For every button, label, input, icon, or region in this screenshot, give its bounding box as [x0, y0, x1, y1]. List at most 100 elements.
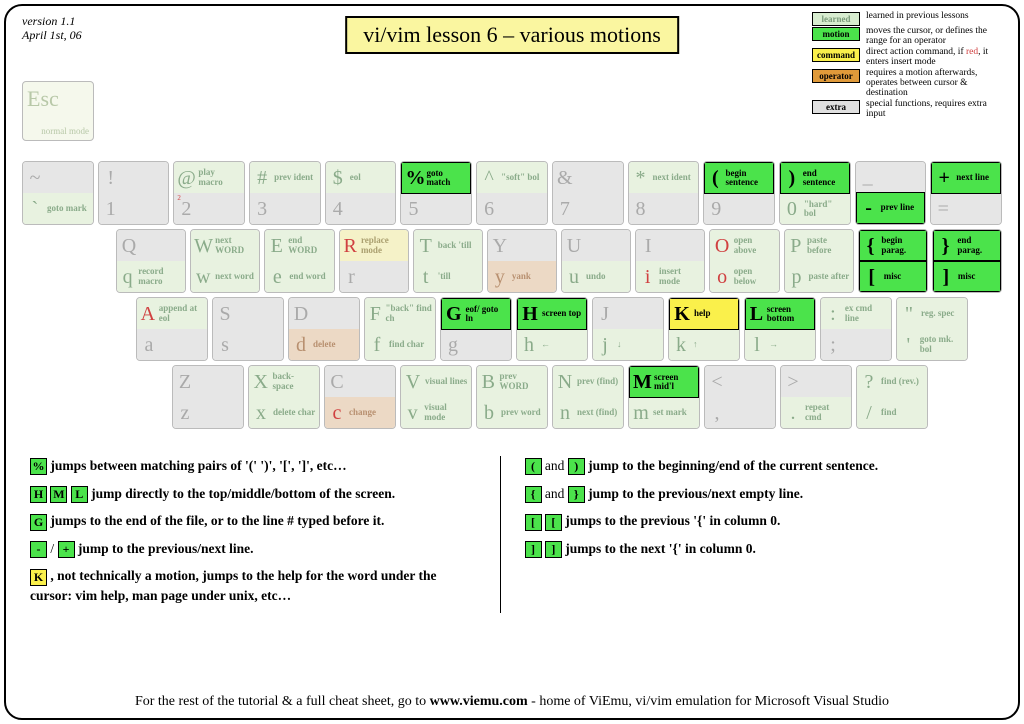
- key-half: 9: [704, 194, 774, 224]
- key-half: ;: [821, 329, 891, 360]
- esc-key: Esc normal mode: [22, 81, 94, 141]
- key-half: Lscreen bottom: [745, 298, 815, 330]
- tip-line: - / + jump to the previous/next line.: [30, 539, 480, 559]
- mini-key: L: [71, 486, 88, 503]
- key-half: Wnext WORD: [191, 230, 259, 261]
- key: Hscreen toph←: [516, 297, 588, 361]
- key: Ccchange: [324, 365, 396, 429]
- key: Wnext WORDwnext word: [190, 229, 260, 293]
- mini-key: [: [525, 514, 542, 531]
- legend-swatch-operator: operator: [812, 69, 860, 83]
- key-half: I: [636, 230, 704, 261]
- key-half: bprev word: [477, 397, 547, 428]
- key-half: Aappend at eol: [137, 298, 207, 329]
- key: :ex cmd line;: [820, 297, 892, 361]
- key-half: xdelete char: [249, 397, 319, 428]
- keyboard: ~`goto mark!1@play macro22#prev ident3$e…: [22, 161, 1006, 433]
- key: +next line=: [930, 161, 1002, 225]
- key: Jj↓: [592, 297, 664, 361]
- key: >.repeat cmd: [780, 365, 852, 429]
- key: ^"soft" bol6: [476, 161, 548, 225]
- tips-right-col: ( and ) jump to the beginning/end of the…: [500, 456, 995, 613]
- key-half: 5: [401, 194, 471, 224]
- legend-desc-operator: requires a motion afterwards, operates b…: [866, 69, 1006, 99]
- key-half: Y: [488, 230, 556, 261]
- key-half: )end sentence: [780, 162, 850, 194]
- key-half: g: [441, 330, 511, 360]
- key-half: vvisual mode: [401, 397, 471, 428]
- key-half: Bprev WORD: [477, 366, 547, 397]
- key-half: h←: [517, 330, 587, 360]
- key: F"back" find chffind char: [364, 297, 436, 361]
- mini-key: -: [30, 541, 47, 558]
- legend-swatch-command: command: [812, 48, 860, 62]
- key: Nprev (find)nnext (find): [552, 365, 624, 429]
- key-half: Vvisual lines: [401, 366, 471, 397]
- key: ~`goto mark: [22, 161, 94, 225]
- key: Uuundo: [561, 229, 631, 293]
- key-half: <: [705, 366, 775, 397]
- key: Tback 'tillt'till: [413, 229, 483, 293]
- key: }end parag.]misc: [932, 229, 1002, 293]
- mini-key: [: [545, 514, 562, 531]
- key-half: %goto match: [401, 162, 471, 194]
- key-half: `goto mark: [23, 193, 93, 224]
- key-row-3: Aappend at eolaSsDddeleteF"back" find ch…: [136, 297, 1006, 361]
- key-half: ,: [705, 397, 775, 428]
- key-half: -prev line: [856, 192, 926, 224]
- mini-key: (: [525, 458, 542, 475]
- legend-swatch-extra: extra: [812, 100, 860, 114]
- key-half: /find: [857, 397, 927, 428]
- key: {begin parag.[misc: [858, 229, 928, 293]
- key: Qqrecord macro: [116, 229, 186, 293]
- footer: For the rest of the tutorial & a full ch…: [6, 694, 1018, 710]
- key-half: uundo: [562, 261, 630, 292]
- key-half: ddelete: [289, 329, 359, 360]
- key-half: Mscreen mid'l: [629, 366, 699, 398]
- key-half: a: [137, 329, 207, 360]
- legend-desc-learned: learned in previous lessons: [866, 12, 1006, 22]
- tip-line: % jumps between matching pairs of '(' ')…: [30, 456, 480, 476]
- key-half: Z: [173, 366, 243, 397]
- key: $eol4: [325, 161, 397, 225]
- key: Oopen aboveoopen below: [709, 229, 779, 293]
- version-line1: version 1.1: [22, 14, 82, 28]
- key: &7: [552, 161, 624, 225]
- key-half: Xback- space: [249, 366, 319, 397]
- key-half: 'goto mk. bol: [897, 329, 967, 360]
- mini-key: {: [525, 486, 542, 503]
- legend-swatch-learned: learned: [812, 12, 860, 26]
- tips-left-col: % jumps between matching pairs of '(' ')…: [30, 456, 500, 613]
- key-half: j↓: [593, 329, 663, 360]
- key: ?find (rev.)/find: [856, 365, 928, 429]
- key: _-prev line: [855, 161, 927, 225]
- key-half: S: [213, 298, 283, 329]
- key-half: +next line: [931, 162, 1001, 194]
- key-half: =: [931, 194, 1001, 224]
- key: *next ident8: [628, 161, 700, 225]
- key: <,: [704, 365, 776, 429]
- key-half: 6: [477, 193, 547, 224]
- legend-desc-extra: special functions, requires extra input: [866, 100, 1006, 120]
- key-half: s: [213, 329, 283, 360]
- key-half: Q: [117, 230, 185, 261]
- key: Yyyank: [487, 229, 557, 293]
- key-half: }end parag.: [933, 230, 1001, 261]
- key-half: 7: [553, 193, 623, 224]
- page-frame: version 1.1 April 1st, 06 vi/vim lesson …: [4, 4, 1020, 720]
- key: Dddelete: [288, 297, 360, 361]
- mini-key: +: [58, 541, 75, 558]
- key-half: 3: [250, 193, 320, 224]
- key-half: yyank: [488, 261, 556, 292]
- footer-post: - home of ViEmu, vi/vim emulation for Mi…: [528, 694, 889, 709]
- mini-key: }: [568, 486, 585, 503]
- tip-line: ( and ) jump to the beginning/end of the…: [525, 456, 975, 476]
- key-half: "reg. spec: [897, 298, 967, 329]
- tip-line: { and } jump to the previous/next empty …: [525, 484, 975, 504]
- key: Aappend at eola: [136, 297, 208, 361]
- key-half: iinsert mode: [636, 261, 704, 292]
- key-half: ~: [23, 162, 93, 193]
- mini-key: K: [30, 569, 47, 586]
- key-half: .repeat cmd: [781, 397, 851, 428]
- key-half: _: [856, 162, 926, 192]
